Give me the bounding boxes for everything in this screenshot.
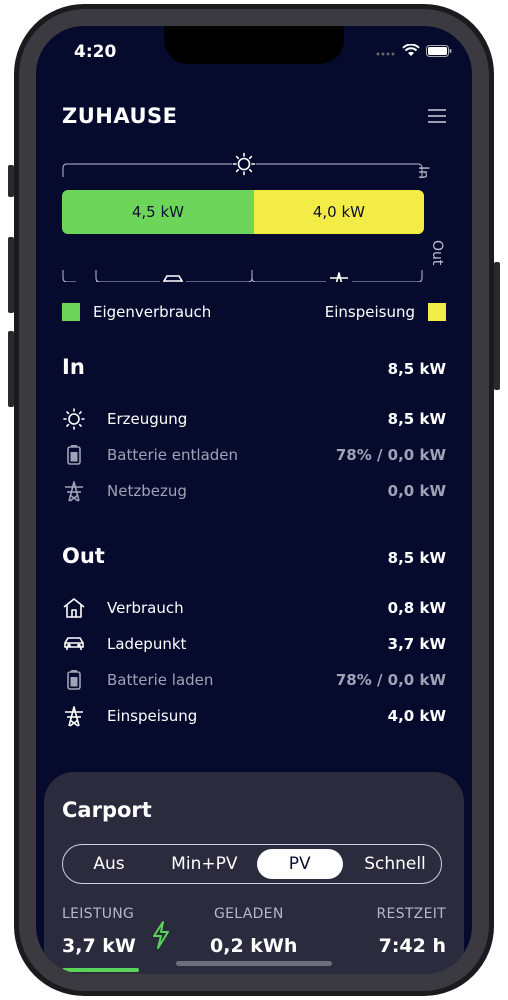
battery-status-icon (426, 44, 452, 57)
power-tower-icon (62, 704, 90, 728)
leistung-value: 3,7 kW (62, 935, 136, 957)
row-value: 0,8 kW (387, 599, 446, 617)
list-item: Netzbezug 0,0 kW (62, 479, 446, 503)
car-icon (62, 632, 90, 656)
wifi-icon (402, 44, 420, 56)
in-section-title: In (62, 355, 85, 379)
volume-down-button (8, 331, 14, 407)
row-label: Verbrauch (107, 599, 184, 617)
leistung-label: LEISTUNG (62, 906, 135, 922)
volume-up-button (8, 237, 14, 313)
status-icons (376, 44, 452, 57)
mute-switch (8, 165, 14, 197)
in-bracket (62, 163, 232, 177)
sun-icon (232, 152, 256, 176)
sun-icon (62, 407, 90, 431)
row-label: Batterie laden (107, 671, 214, 689)
geladen-label: GELADEN (214, 906, 284, 922)
house-icon (62, 596, 90, 620)
row-label: Ladepunkt (107, 635, 187, 653)
row-value: 4,0 kW (387, 707, 446, 725)
carport-title: Carport (62, 798, 152, 822)
list-item: Erzeugung 8,5 kW (62, 407, 446, 431)
out-section-title: Out (62, 544, 105, 568)
notch (164, 26, 344, 64)
menu-icon[interactable] (428, 109, 446, 123)
in-label: In (415, 166, 431, 180)
app-screen: 4:20 ZUHAUSE In Out 4,5 kW 4,0 kW Eigenv… (36, 26, 472, 974)
home-indicator (176, 961, 332, 966)
in-section-total: 8,5 kW (387, 360, 446, 378)
power-tower-icon (330, 272, 348, 282)
mode-minpv-button[interactable]: Min+PV (161, 849, 247, 879)
page-title: ZUHAUSE (62, 104, 178, 128)
power-button (494, 262, 500, 390)
list-item: Batterie laden 78% / 0,0 kW (62, 668, 446, 692)
row-value: 3,7 kW (387, 635, 446, 653)
legend-swatch-feed-in (428, 303, 446, 321)
list-item: Batterie entladen 78% / 0,0 kW (62, 443, 446, 467)
mode-pv-button[interactable]: PV (256, 849, 343, 879)
geladen-value: 0,2 kWh (210, 935, 298, 957)
row-label: Netzbezug (107, 482, 187, 500)
cellular-signal-icon (376, 52, 395, 55)
carport-card[interactable]: Carport Aus Min+PV PV Schnell LEISTUNG 3… (44, 772, 464, 974)
legend-label-feed-in: Einspeisung (324, 303, 415, 321)
list-item: Verbrauch 0,8 kW (62, 596, 446, 620)
legend: Eigenverbrauch Einspeisung (62, 303, 446, 321)
row-label: Erzeugung (107, 410, 188, 428)
battery-icon (62, 443, 90, 467)
charging-progress-bar (62, 968, 139, 972)
list-item: Ladepunkt 3,7 kW (62, 632, 446, 656)
self-consumption-segment: 4,5 kW (62, 190, 254, 234)
out-section-total: 8,5 kW (387, 549, 446, 567)
restzeit-label: RESTZEIT (376, 906, 446, 922)
charge-mode-selector[interactable]: Aus Min+PV PV Schnell (62, 844, 442, 884)
row-label: Batterie entladen (107, 446, 239, 464)
mode-aus-button[interactable]: Aus (66, 849, 152, 879)
car-icon (163, 275, 183, 282)
battery-icon (62, 668, 90, 692)
lightning-icon (153, 921, 169, 949)
row-value: 78% / 0,0 kW (335, 446, 446, 464)
out-brackets (62, 270, 111, 282)
legend-swatch-self-consumption (62, 303, 80, 321)
out-label: Out (429, 240, 445, 266)
status-time: 4:20 (74, 42, 117, 62)
row-label: Einspeisung (107, 707, 198, 725)
row-value: 78% / 0,0 kW (335, 671, 446, 689)
list-item: Einspeisung 4,0 kW (62, 704, 446, 728)
legend-label-self-consumption: Eigenverbrauch (93, 303, 212, 321)
row-value: 0,0 kW (387, 482, 446, 500)
mode-schnell-button[interactable]: Schnell (352, 849, 438, 879)
flow-bar: 4,5 kW 4,0 kW (62, 190, 424, 234)
feed-in-segment: 4,0 kW (253, 190, 424, 234)
restzeit-value: 7:42 h (378, 935, 446, 957)
power-tower-icon (62, 479, 90, 503)
row-value: 8,5 kW (387, 410, 446, 428)
